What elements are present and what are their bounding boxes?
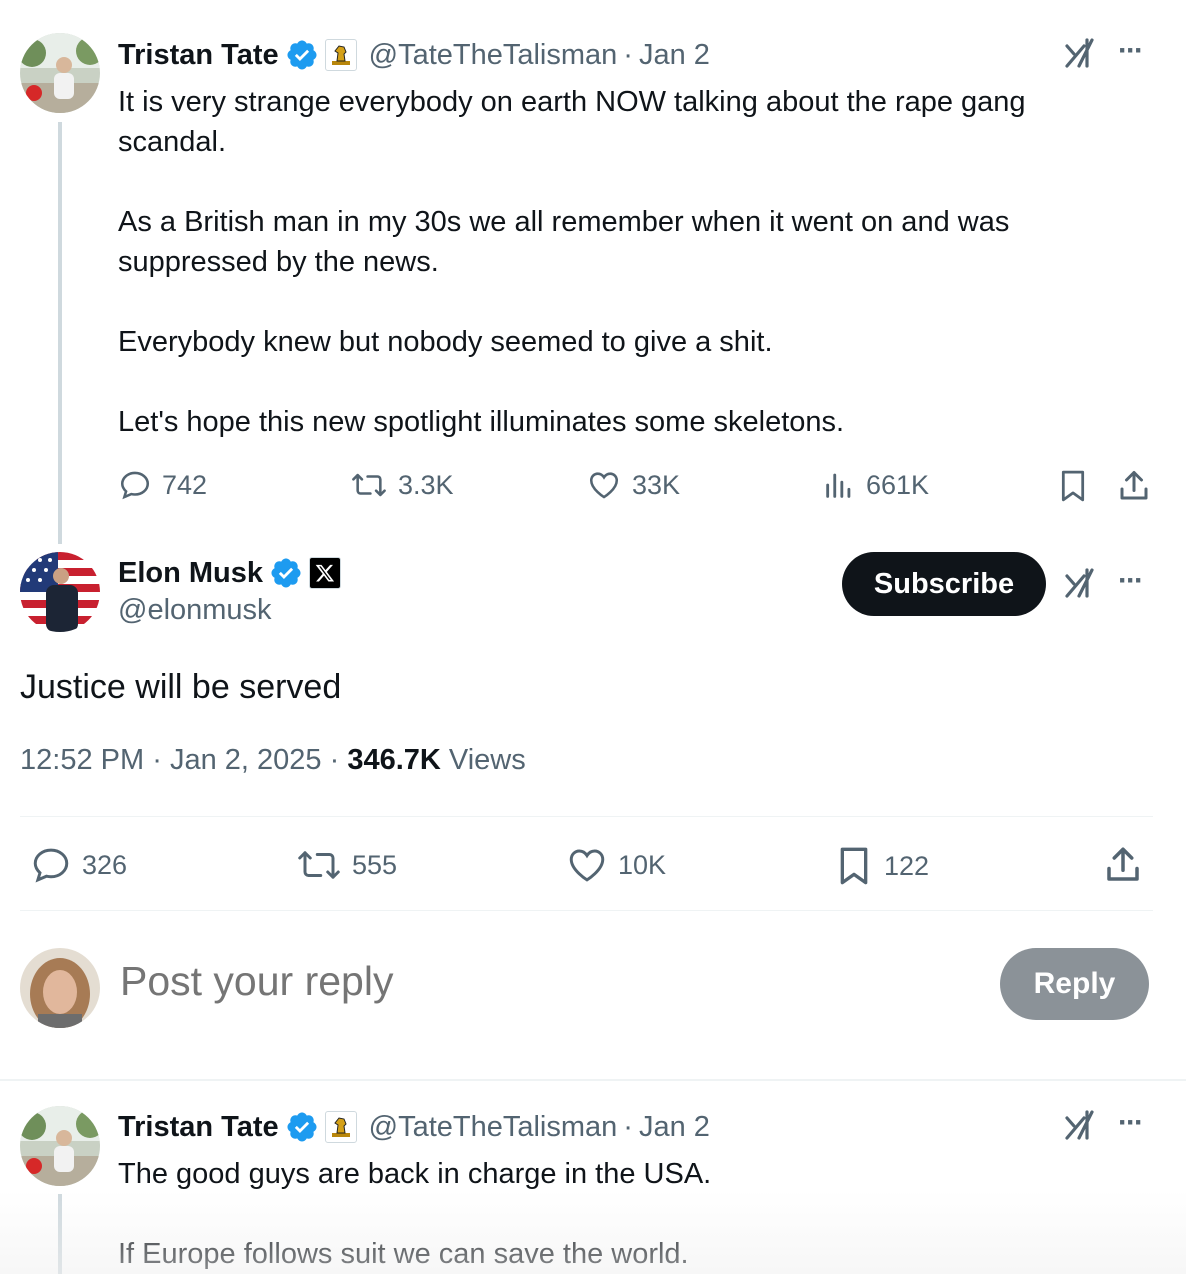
views-count: 346.7K: [347, 744, 441, 776]
subscribe-button[interactable]: Subscribe: [842, 552, 1046, 616]
repost-count: 555: [352, 849, 398, 880]
repost-icon: [352, 473, 386, 497]
bookmark-count: 122: [884, 850, 930, 881]
tweet-text: It is very strange everybody on earth NO…: [118, 86, 1026, 438]
author-name[interactable]: Tristan Tate: [118, 1111, 279, 1144]
divider: [20, 816, 1153, 817]
section-divider: [0, 1079, 1186, 1081]
reply-count: 742: [162, 469, 208, 500]
affiliate-badge-icon[interactable]: [324, 1111, 357, 1143]
author-name[interactable]: Tristan Tate: [118, 39, 279, 72]
tweet-full-date[interactable]: Jan 2, 2025: [170, 744, 322, 776]
repost-count: 3.3K: [398, 469, 454, 500]
like-button[interactable]: 33K: [586, 468, 680, 502]
verified-badge-icon: [287, 40, 317, 70]
tweet-date[interactable]: Jan 2: [639, 1111, 710, 1144]
reply-submit-button[interactable]: Reply: [1000, 948, 1149, 1020]
reply-input[interactable]: [120, 958, 720, 1005]
heart-icon: [589, 472, 619, 499]
separator-dot: ·: [152, 744, 162, 776]
grok-icon[interactable]: [1064, 1108, 1098, 1142]
verified-badge-icon: [287, 1112, 317, 1142]
reply-button[interactable]: 326: [30, 844, 127, 886]
bookmark-button[interactable]: 122: [834, 844, 929, 888]
repost-icon: [298, 851, 340, 879]
author-handle[interactable]: @TateTheTalisman: [369, 39, 618, 72]
tweet-time[interactable]: 12:52 PM: [20, 744, 144, 776]
views-label: Views: [448, 744, 526, 776]
grok-icon[interactable]: [1064, 36, 1098, 70]
thread-line: [58, 1194, 62, 1274]
heart-icon: [569, 849, 605, 882]
main-tweet-text: Justice will be served: [20, 668, 342, 706]
tweet-text: The good guys are back in charge in the …: [118, 1158, 712, 1270]
separator-dot: ·: [623, 1110, 633, 1143]
more-options-icon[interactable]: ···: [1118, 564, 1144, 598]
views-icon: [826, 473, 851, 498]
like-count: 10K: [618, 849, 667, 880]
reply-icon: [33, 848, 69, 883]
reply-button[interactable]: 742: [118, 468, 207, 502]
more-options-icon[interactable]: ···: [1118, 1106, 1144, 1140]
share-icon[interactable]: [1116, 468, 1152, 504]
tweet-date[interactable]: Jan 2: [639, 39, 710, 72]
tweet-meta: 12:52 PM · Jan 2, 2025 · 346.7K Views: [20, 744, 526, 777]
author-handle[interactable]: @elonmusk: [118, 594, 272, 627]
author-name[interactable]: Elon Musk: [118, 557, 263, 590]
tweet1-header: Tristan Tate @TateTheTalisman · Jan 2: [118, 35, 710, 75]
like-count: 33K: [632, 469, 681, 500]
share-icon[interactable]: [1102, 844, 1144, 886]
avatar-tristan-tate[interactable]: [20, 1106, 100, 1186]
main-tweet-header: Elon Musk: [118, 553, 342, 593]
views-count: 661K: [866, 469, 930, 500]
separator-dot: ·: [623, 38, 633, 71]
avatar-elon-musk[interactable]: [20, 552, 100, 632]
avatar-tristan-tate[interactable]: [20, 33, 100, 113]
divider: [20, 910, 1153, 911]
thread-line: [58, 122, 62, 544]
reply-count: 326: [82, 849, 128, 880]
bookmark-icon: [840, 847, 868, 885]
avatar-current-user[interactable]: [20, 948, 100, 1028]
more-options-icon[interactable]: ···: [1118, 34, 1144, 68]
like-button[interactable]: 10K: [566, 844, 666, 886]
views-button[interactable]: 661K: [822, 468, 929, 502]
author-handle[interactable]: @TateTheTalisman: [369, 1111, 618, 1144]
x-affiliate-badge-icon[interactable]: [309, 557, 342, 589]
reply-icon: [120, 471, 150, 500]
tweet3-header: Tristan Tate @TateTheTalisman · Jan 2: [118, 1107, 710, 1147]
affiliate-badge-icon[interactable]: [324, 39, 357, 71]
repost-button[interactable]: 3.3K: [350, 468, 454, 502]
verified-badge-icon: [271, 558, 301, 588]
bookmark-icon[interactable]: [1056, 468, 1090, 504]
repost-button[interactable]: 555: [296, 844, 397, 886]
separator-dot: ·: [329, 744, 340, 776]
grok-icon[interactable]: [1064, 566, 1098, 600]
